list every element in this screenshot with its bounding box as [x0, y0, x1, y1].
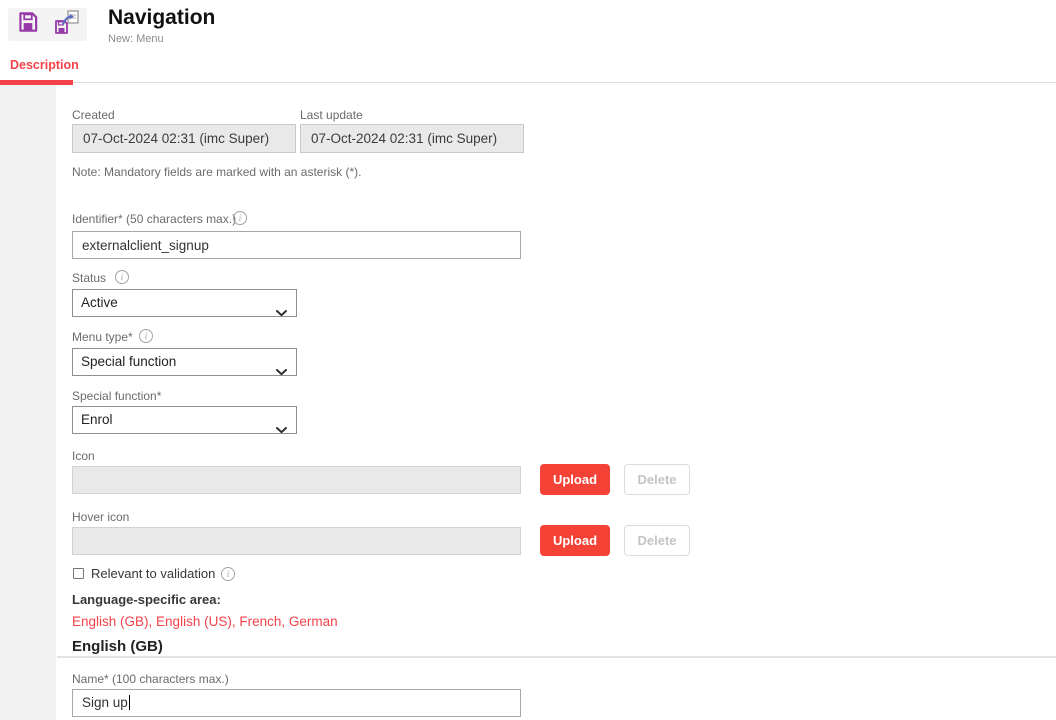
special-function-select[interactable]: Enrol [72, 406, 297, 434]
toolbar [8, 8, 87, 41]
mandatory-note: Note: Mandatory fields are marked with a… [72, 165, 361, 179]
chevron-down-icon [276, 300, 287, 326]
last-update-label: Last update [300, 108, 363, 122]
language-links: English (GB), English (US), French, Germ… [72, 614, 338, 629]
menu-type-select[interactable]: Special function [72, 348, 297, 376]
relevant-to-validation-checkbox[interactable] [73, 568, 84, 579]
language-link[interactable]: English (GB) [72, 614, 149, 629]
language-link[interactable]: French [239, 614, 281, 629]
save-button[interactable] [13, 11, 43, 39]
page-title: Navigation [108, 6, 215, 30]
status-info-icon[interactable]: i [115, 270, 129, 284]
icon-delete-button[interactable]: Delete [624, 464, 690, 495]
special-function-label: Special function* [72, 389, 161, 403]
status-select[interactable]: Active [72, 289, 297, 317]
status-label: Status [72, 271, 106, 285]
relevant-to-validation-label: Relevant to validation [91, 566, 215, 581]
relevant-to-validation-info-icon[interactable]: i [221, 567, 235, 581]
navigation-edit-page: Navigation New: Menu Description Created… [0, 0, 1056, 720]
language-area-label: Language-specific area: [72, 592, 221, 607]
icon-upload-button[interactable]: Upload [540, 464, 610, 495]
created-value-field: 07-Oct-2024 02:31 (imc Super) [72, 124, 296, 153]
menu-type-info-icon[interactable]: i [139, 329, 153, 343]
chevron-down-icon [276, 359, 287, 385]
hover-icon-label: Hover icon [72, 510, 129, 524]
save-icon [15, 9, 41, 40]
section-divider [57, 656, 1056, 658]
hover-icon-delete-button[interactable]: Delete [624, 525, 690, 556]
hover-icon-upload-button[interactable]: Upload [540, 525, 610, 556]
page-subtitle: New: Menu [108, 33, 164, 45]
text-caret [129, 695, 130, 710]
hover-icon-filename-field [72, 527, 521, 555]
menu-type-selected-value: Special function [81, 354, 176, 369]
name-input-value: Sign up [82, 695, 128, 710]
chevron-down-icon [276, 417, 287, 443]
identifier-input[interactable] [72, 231, 521, 259]
special-function-selected-value: Enrol [81, 412, 113, 427]
created-label: Created [72, 108, 115, 122]
tabbar-divider [0, 82, 1056, 83]
status-selected-value: Active [81, 295, 118, 310]
menu-type-label: Menu type* [72, 330, 133, 344]
left-side-strip [0, 85, 56, 720]
name-input[interactable]: Sign up [72, 689, 521, 717]
icon-label: Icon [72, 449, 95, 463]
language-section-heading: English (GB) [72, 638, 163, 655]
language-link[interactable]: English (US) [156, 614, 232, 629]
save-and-back-button[interactable] [52, 11, 82, 39]
identifier-label: Identifier* (50 characters max.) [72, 212, 236, 226]
icon-filename-field [72, 466, 521, 494]
name-label: Name* (100 characters max.) [72, 672, 229, 686]
language-link[interactable]: German [289, 614, 338, 629]
last-update-value-field: 07-Oct-2024 02:31 (imc Super) [300, 124, 524, 153]
identifier-info-icon[interactable]: i [233, 211, 247, 225]
tab-description[interactable]: Description [10, 58, 79, 72]
save-and-back-icon [53, 9, 81, 40]
